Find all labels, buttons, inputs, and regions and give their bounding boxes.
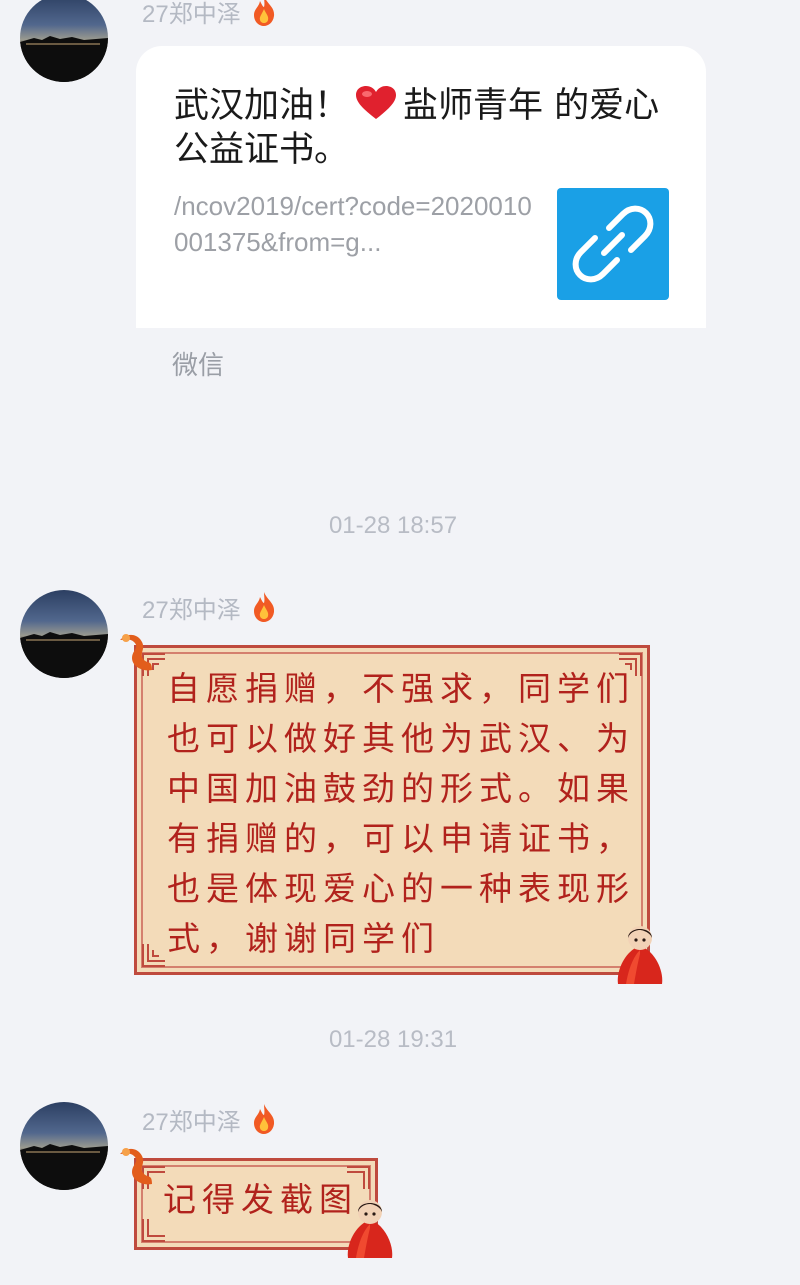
heart-icon <box>355 85 397 121</box>
decorative-flame-icon <box>120 634 152 671</box>
timestamp: 01-28 19:31 <box>328 1026 458 1053</box>
mascot-icon <box>617 926 663 984</box>
mascot-icon <box>347 1200 393 1258</box>
flame-icon <box>251 0 277 27</box>
corner-ornament-icon <box>142 944 165 967</box>
link-title: 武汉加油！ 盐师青年 的爱心公益证书。 <box>174 84 674 172</box>
sender-name-row: 27郑中泽 <box>142 590 277 624</box>
sender-name: 27郑中泽 <box>142 596 241 624</box>
message-text: 记得发截图 <box>163 1180 358 1219</box>
avatar[interactable] <box>20 1102 108 1190</box>
flame-icon <box>251 1103 277 1135</box>
link-card[interactable]: 武汉加油！ 盐师青年 的爱心公益证书。 /ncov2019/cert?code=2… <box>136 46 706 328</box>
sender-name-row: 27郑中泽 <box>142 1102 277 1136</box>
avatar[interactable] <box>20 590 108 678</box>
avatar[interactable] <box>20 0 108 82</box>
link-source-label: 微信 <box>172 351 225 381</box>
flame-icon <box>251 591 277 623</box>
sender-name-row: 27郑中泽 <box>142 0 277 28</box>
link-icon <box>572 205 654 283</box>
decorative-flame-icon <box>120 1148 152 1185</box>
link-title-part1: 武汉加油！ <box>174 86 350 126</box>
sender-name: 27郑中泽 <box>142 0 241 28</box>
message-text: 自愿捐赠，不强求，同学们 也可以做好其他为武汉、为 中国加油鼓劲的形式。如果 有… <box>167 669 635 958</box>
timestamp: 01-28 18:57 <box>328 512 458 539</box>
link-url: /ncov2019/cert?code=2020010001375&from=g… <box>174 191 532 257</box>
sender-name: 27郑中泽 <box>142 1108 241 1136</box>
message-bubble[interactable]: 自愿捐赠，不强求，同学们 也可以做好其他为武汉、为 中国加油鼓劲的形式。如果 有… <box>134 645 650 975</box>
link-thumbnail[interactable] <box>557 188 669 300</box>
